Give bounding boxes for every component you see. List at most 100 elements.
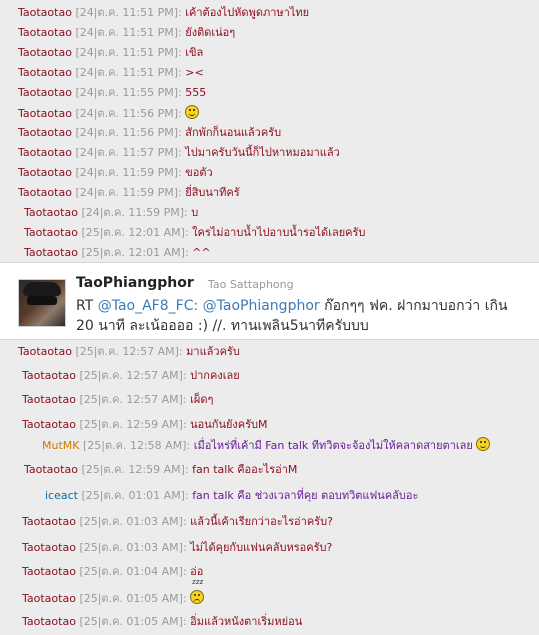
chat-timestamp: [25|ต.ค. 01:03 AM]	[79, 515, 183, 528]
chat-timestamp: [24|ต.ค. 11:51 PM]	[75, 66, 179, 79]
chat-message-row: Taotaotao [24|ต.ค. 11:56 PM]:	[18, 105, 200, 121]
chat-message-row: Taotaotao [24|ต.ค. 11:59 PM]: บ	[24, 205, 198, 221]
chat-timestamp: [25|ต.ค. 12:57 AM]	[79, 369, 183, 382]
chat-message-row: Taotaotao [24|ต.ค. 11:56 PM]: สักพักก็นอ…	[18, 125, 281, 141]
chat-timestamp: [24|ต.ค. 11:55 PM]	[75, 86, 179, 99]
tweet-text: 20 นาที ละเน้ออออ :) //. ทานเพลิน5นาทีคร…	[76, 318, 369, 334]
chat-timestamp: [25|ต.ค. 01:05 AM]	[79, 592, 183, 605]
avatar[interactable]	[18, 279, 66, 327]
chat-timestamp: [25|ต.ค. 01:03 AM]	[79, 541, 183, 554]
chat-message-text: เมื่อไหร่ที่เค้ามี Fan talk ทีทวิตจะจ้อง…	[193, 439, 473, 452]
chat-message-row: Taotaotao [24|ต.ค. 11:59 PM]: ขอตัว	[18, 165, 213, 181]
chat-timestamp: [25|ต.ค. 12:57 AM]	[79, 393, 183, 406]
chat-timestamp: [24|ต.ค. 11:51 PM]	[75, 26, 179, 39]
chat-message-row: Taotaotao [25|ต.ค. 01:05 AM]: zzz	[22, 579, 205, 606]
tweet-mention-link[interactable]: @TaoPhiangphor	[203, 298, 320, 314]
chat-nickname[interactable]: Taotaotao	[22, 615, 76, 628]
chat-message-text: อ่อ	[190, 565, 204, 578]
chat-message-row: iceact [25|ต.ค. 01:01 AM]: fan talk คือ …	[45, 488, 418, 504]
chat-message-row: Taotaotao [24|ต.ค. 11:51 PM]: เขิล	[18, 45, 203, 61]
sleepy-emoticon-icon: zzz	[190, 579, 205, 604]
chat-nickname[interactable]: Taotaotao	[18, 66, 72, 79]
chat-message-row: Taotaotao [25|ต.ค. 01:04 AM]: อ่อ	[22, 564, 203, 580]
chat-timestamp: [25|ต.ค. 12:01 AM]	[81, 246, 185, 259]
chat-message-row: Taotaotao [24|ต.ค. 11:55 PM]: 555	[18, 85, 206, 101]
chat-message-text: ><	[185, 66, 204, 79]
chat-timestamp: [24|ต.ค. 11:59 PM]	[75, 166, 179, 179]
chat-separator: :	[182, 592, 191, 605]
chat-message-text: ใครไม่อาบน้ำไปอาบน้ำรอได้เลยครับ	[192, 226, 366, 239]
chat-message-row: Taotaotao [24|ต.ค. 11:51 PM]: ><	[18, 65, 204, 81]
tweet-text: ก๊อกๆๆ ฟค. ฝากมาบอกว่า เกิน	[324, 298, 508, 314]
chat-message-text: บ	[191, 206, 199, 219]
tweet-author-name[interactable]: TaoPhiangphor	[76, 275, 194, 291]
chat-message-text: อิ่มแล้วหนังตาเริ่มหย่อน	[190, 615, 303, 628]
chat-message-row: Taotaotao [25|ต.ค. 12:59 AM]: fan talk ค…	[24, 462, 297, 478]
chat-nickname[interactable]: Taotaotao	[24, 206, 78, 219]
chat-nickname[interactable]: Taotaotao	[18, 6, 72, 19]
chat-nickname[interactable]: Taotaotao	[22, 418, 76, 431]
chat-message-row: Taotaotao [25|ต.ค. 12:01 AM]: ^^	[24, 245, 211, 261]
chat-message-text: ไม่ได้คุยกับแฟนคลับหรอครับ?	[190, 541, 333, 554]
chat-timestamp: [25|ต.ค. 12:01 AM]	[81, 226, 185, 239]
tweet-mention-link[interactable]: @Tao_AF8_FC:	[98, 298, 198, 314]
chat-nickname[interactable]: Taotaotao	[18, 86, 72, 99]
tweet-text-line-2: 20 นาที ละเน้ออออ :) //. ทานเพลิน5นาทีคร…	[76, 315, 369, 337]
chat-nickname[interactable]: Taotaotao	[18, 46, 72, 59]
chat-message-text: เค้าต้องไปหัดพูดภาษาไทย	[185, 6, 310, 19]
chat-nickname[interactable]: Taotaotao	[18, 126, 72, 139]
chat-nickname[interactable]: Taotaotao	[24, 226, 78, 239]
chat-timestamp: [24|ต.ค. 11:51 PM]	[75, 46, 179, 59]
chat-separator: :	[178, 107, 186, 120]
tweet-text-line-1: RT @Tao_AF8_FC: @TaoPhiangphor ก๊อกๆๆ ฟค…	[76, 295, 508, 317]
avatar-glasses	[27, 296, 57, 305]
chat-nickname[interactable]: iceact	[45, 489, 78, 502]
chat-message-row: Taotaotao [24|ต.ค. 11:51 PM]: เค้าต้องไป…	[18, 5, 309, 21]
chat-nickname[interactable]: Taotaotao	[18, 166, 72, 179]
chat-nickname[interactable]: Taotaotao	[18, 186, 72, 199]
chat-nickname[interactable]: Taotaotao	[22, 592, 76, 605]
chat-timestamp: [25|ต.ค. 01:05 AM]	[79, 615, 183, 628]
chat-message-text: นอนกันยังครับM	[190, 418, 268, 431]
chat-message-text: ยี่สิบนาทีครั	[185, 186, 240, 199]
chat-nickname[interactable]: Taotaotao	[22, 369, 76, 382]
chat-message-row: Taotaotao [24|ต.ค. 11:57 PM]: ไปมาครับวั…	[18, 145, 340, 161]
chat-message-text: ขอตัว	[185, 166, 213, 179]
chat-timestamp: [24|ต.ค. 11:56 PM]	[75, 107, 179, 120]
chat-message-text: fan talk คืออะไรอ่าM	[192, 463, 298, 476]
avatar-hair	[23, 282, 61, 296]
chat-nickname[interactable]: Taotaotao	[22, 565, 76, 578]
chat-message-row: Taotaotao [25|ต.ค. 12:57 AM]: ปากคงเลย	[22, 368, 240, 384]
chat-message-row: Taotaotao [24|ต.ค. 11:59 PM]: ยี่สิบนาที…	[18, 185, 240, 201]
chat-timestamp: [24|ต.ค. 11:57 PM]	[75, 146, 179, 159]
chat-nickname[interactable]: Taotaotao	[18, 107, 72, 120]
tweet-author-realname: Tao Sattaphong	[208, 278, 294, 291]
chat-nickname[interactable]: Taotaotao	[18, 146, 72, 159]
chat-timestamp: [24|ต.ค. 11:51 PM]	[75, 6, 179, 19]
chat-nickname[interactable]: Taotaotao	[24, 463, 78, 476]
tweet-rt: RT	[76, 298, 94, 314]
chat-timestamp: [24|ต.ค. 11:59 PM]	[75, 186, 179, 199]
chat-message-text: เผ็ดๆ	[190, 393, 214, 406]
chat-message-text: ไปมาครับวันนี้ก็ไปหาหมอมาแล้ว	[185, 146, 340, 159]
smile-emoticon-icon	[476, 437, 491, 451]
chat-message-row: Taotaotao [25|ต.ค. 01:05 AM]: อิ่มแล้วหน…	[22, 614, 302, 630]
chat-nickname[interactable]: Taotaotao	[22, 393, 76, 406]
sleepy-zzz: zzz	[192, 578, 204, 586]
chat-nickname[interactable]: Taotaotao	[24, 246, 78, 259]
chat-timestamp: [25|ต.ค. 01:01 AM]	[81, 489, 185, 502]
chat-message-row: Taotaotao [24|ต.ค. 11:51 PM]: ยังติดเน่อ…	[18, 25, 235, 41]
chat-nickname[interactable]: Taotaotao	[18, 26, 72, 39]
chat-timestamp: [25|ต.ค. 12:59 AM]	[79, 418, 183, 431]
chat-timestamp: [25|ต.ค. 01:04 AM]	[79, 565, 183, 578]
chat-nickname[interactable]: MutMK	[42, 439, 79, 452]
chat-message-text: มาแล้วครับ	[186, 345, 240, 358]
tweet-card: TaoPhiangphor Tao Sattaphong RT @Tao_AF8…	[0, 262, 539, 340]
chat-message-row: MutMK [25|ต.ค. 12:58 AM]: เมื่อไหร่ที่เค…	[42, 437, 491, 453]
chat-message-row: Taotaotao [25|ต.ค. 12:57 AM]: เผ็ดๆ	[22, 392, 213, 408]
chat-nickname[interactable]: Taotaotao	[22, 515, 76, 528]
chat-nickname[interactable]: Taotaotao	[18, 345, 72, 358]
chat-nickname[interactable]: Taotaotao	[22, 541, 76, 554]
chat-message-row: Taotaotao [25|ต.ค. 12:59 AM]: นอนกันยังค…	[22, 417, 268, 433]
chat-timestamp: [24|ต.ค. 11:59 PM]	[81, 206, 185, 219]
